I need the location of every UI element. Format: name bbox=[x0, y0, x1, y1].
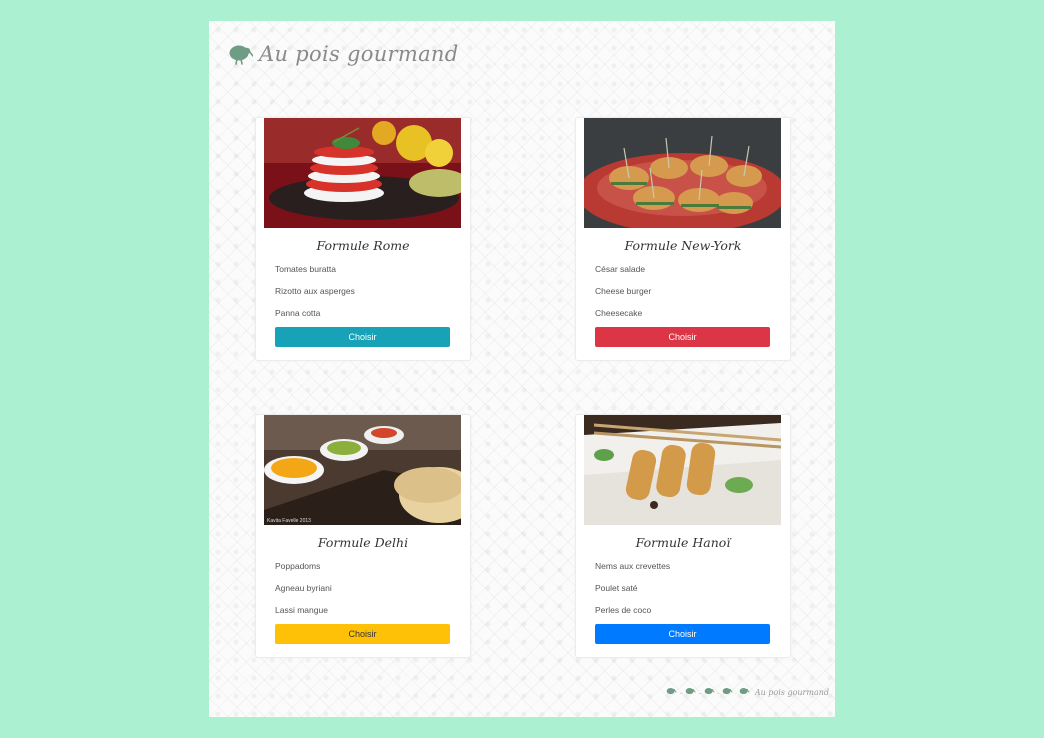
card-title: Formule Delhi bbox=[317, 535, 409, 550]
menu-card-rome: Formule Rome Tomates buratta Rizotto aux… bbox=[255, 117, 471, 361]
card-title: Formule New-York bbox=[624, 238, 742, 253]
choose-button-new-york[interactable]: Choisir bbox=[595, 327, 770, 347]
choose-button-rome[interactable]: Choisir bbox=[275, 327, 450, 347]
spring-rolls-image bbox=[584, 415, 781, 525]
image-caption: Kavita Favelle 2013 bbox=[267, 518, 311, 524]
footer: ... ... .. . Au pois gourmand bbox=[665, 683, 829, 701]
list-item: Rizotto aux asperges bbox=[275, 286, 355, 296]
kiwi-icon bbox=[227, 43, 253, 65]
card-items: Nems aux crevettes Poulet saté Perles de… bbox=[595, 561, 670, 627]
brand[interactable]: Au pois gourmand bbox=[227, 39, 458, 69]
menu-card-hanoi: Formule Hanoï Nems aux crevettes Poulet … bbox=[575, 414, 791, 658]
list-item: Poulet saté bbox=[595, 583, 638, 593]
menu-card-new-york: Formule New-York César salade Cheese bur… bbox=[575, 117, 791, 361]
card-items: Tomates buratta Rizotto aux asperges Pan… bbox=[275, 264, 355, 330]
list-item: Cheese burger bbox=[595, 286, 652, 296]
footer-text: Au pois gourmand bbox=[754, 687, 829, 697]
page: Au pois gourmand Formule Rome Tomates bu… bbox=[209, 21, 835, 717]
choose-button-delhi[interactable]: Choisir bbox=[275, 624, 450, 644]
list-item: Agneau byriani bbox=[275, 583, 332, 593]
card-title: Formule Rome bbox=[316, 238, 410, 253]
list-item: Poppadoms bbox=[275, 561, 321, 571]
menu-card-delhi: Kavita Favelle 2013 Formule Delhi Poppad… bbox=[255, 414, 471, 658]
list-item: Nems aux crevettes bbox=[595, 561, 671, 571]
choose-button-hanoi[interactable]: Choisir bbox=[595, 624, 770, 644]
kiwi-icon bbox=[721, 683, 733, 701]
card-items: César salade Cheese burger Cheesecake bbox=[595, 264, 651, 330]
brand-title: Au pois gourmand bbox=[259, 42, 459, 66]
card-title: Formule Hanoï bbox=[635, 535, 731, 550]
kiwi-icon bbox=[684, 683, 696, 701]
card-items: Poppadoms Agneau byriani Lassi mangue bbox=[275, 561, 332, 627]
tomato-mozzarella-stack-image bbox=[264, 118, 461, 228]
list-item: Tomates buratta bbox=[275, 264, 336, 274]
kiwi-icon bbox=[665, 683, 677, 701]
list-item: César salade bbox=[595, 264, 646, 274]
mini-burgers-image bbox=[584, 118, 781, 228]
kiwi-icon bbox=[738, 683, 750, 701]
kiwi-icon bbox=[703, 683, 715, 701]
chutney-spoons-image: Kavita Favelle 2013 bbox=[264, 415, 461, 525]
